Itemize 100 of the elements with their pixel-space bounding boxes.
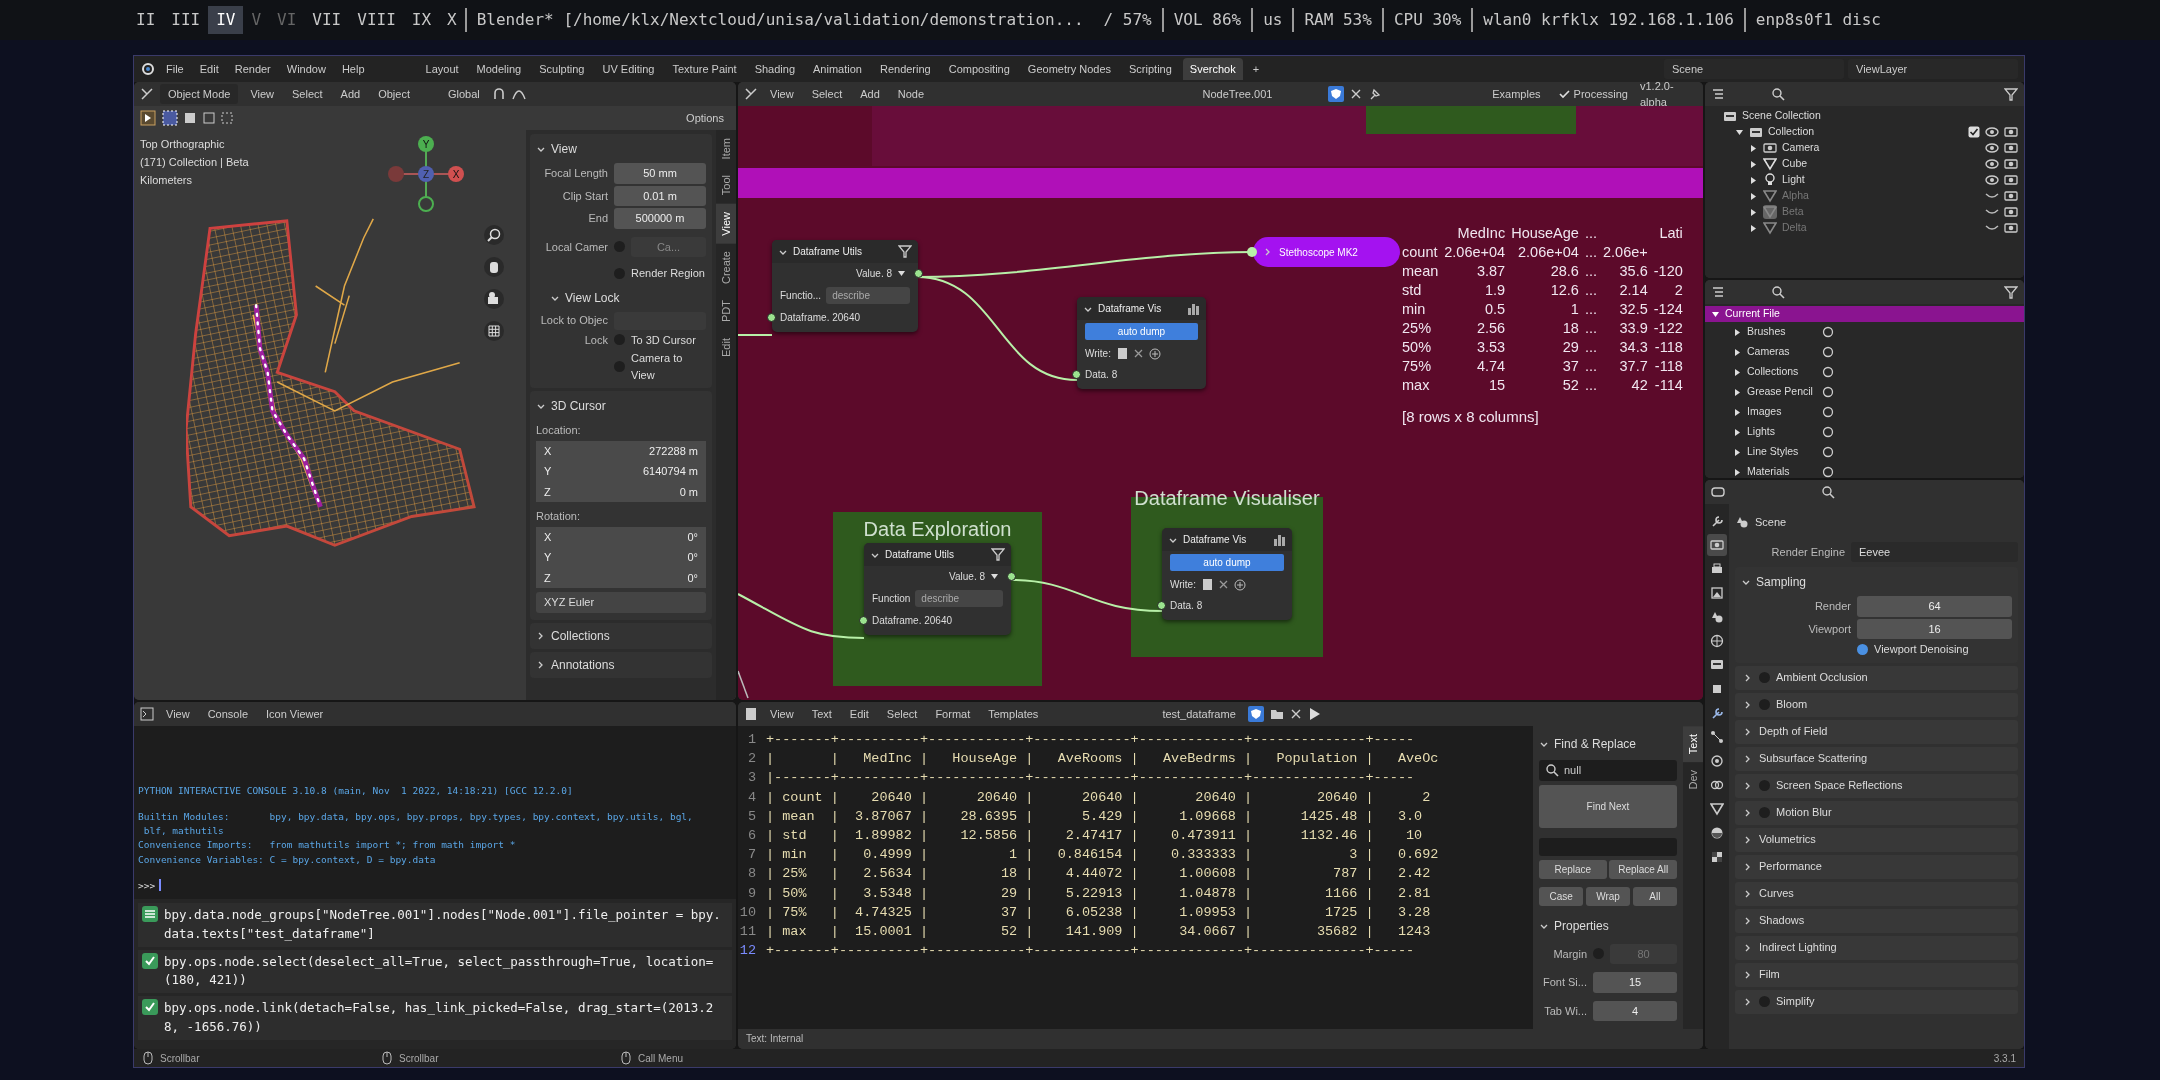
editor-type-icon[interactable] xyxy=(744,707,758,721)
workspace-button[interactable]: VII xyxy=(304,6,350,34)
proportional-icon[interactable] xyxy=(511,87,526,101)
input-socket[interactable] xyxy=(1157,601,1166,610)
outliner-item[interactable]: Materials xyxy=(1747,464,1817,478)
outliner-item[interactable]: Camera xyxy=(1782,140,1842,156)
run-script-icon[interactable] xyxy=(1307,707,1322,721)
camera-icon[interactable] xyxy=(2004,157,2018,171)
outliner-item[interactable]: Grease Pencil xyxy=(1747,384,1817,400)
number-field[interactable]: X 0° xyxy=(536,526,706,547)
camera-icon[interactable] xyxy=(2004,205,2018,219)
blender-logo-icon[interactable] xyxy=(140,61,156,77)
checkbox[interactable] xyxy=(1759,672,1770,683)
workspace-tab[interactable]: Modeling xyxy=(469,57,529,81)
filter-icon[interactable] xyxy=(2004,87,2018,101)
checkbox[interactable] xyxy=(1759,780,1770,791)
stethoscope-node[interactable]: Stethoscope MK2 xyxy=(1253,237,1400,267)
processing-toggle[interactable]: Processing xyxy=(1552,84,1634,104)
number-field[interactable]: 4 xyxy=(1593,1000,1677,1021)
select-mode-icons[interactable] xyxy=(184,110,236,126)
function-dropdown[interactable]: describe xyxy=(826,287,910,304)
outliner-item[interactable]: Current File xyxy=(1725,306,1780,322)
menu-item[interactable]: Edit xyxy=(193,58,225,80)
toggle-button[interactable]: All xyxy=(1632,886,1677,906)
camera-icon[interactable] xyxy=(2004,125,2018,139)
add-workspace-button[interactable]: + xyxy=(1246,58,1266,80)
outliner-item[interactable]: Images xyxy=(1747,404,1817,420)
menu-item[interactable]: Console xyxy=(201,704,254,724)
camera-icon[interactable] xyxy=(2004,141,2018,155)
select-tool-icon[interactable] xyxy=(140,110,156,126)
hand-icon[interactable] xyxy=(484,257,504,277)
dropdown-arrow-icon[interactable] xyxy=(897,269,906,278)
menu-item[interactable]: Add xyxy=(334,84,367,104)
editor-type-icon[interactable] xyxy=(140,87,154,101)
menu-item[interactable]: Window xyxy=(280,58,332,80)
input-socket[interactable] xyxy=(1247,247,1257,257)
menu-item[interactable]: View xyxy=(160,704,196,724)
navigation-gizmo-drawing[interactable]: Y Z X xyxy=(386,134,466,214)
editor-type-icon[interactable] xyxy=(1711,485,1725,499)
number-field[interactable]: 0.01 m xyxy=(614,185,706,206)
number-field[interactable]: 64 xyxy=(1857,596,2012,617)
workspace-tab[interactable]: Sculpting xyxy=(532,57,592,81)
outliner-item[interactable]: Brushes xyxy=(1747,324,1817,340)
workspace-button[interactable]: VIII xyxy=(349,6,404,34)
rotation-mode-dropdown[interactable]: XYZ Euler xyxy=(536,592,706,613)
editor-type-icon[interactable] xyxy=(744,87,758,101)
checkbox[interactable] xyxy=(1759,699,1770,710)
outliner-item[interactable]: Collection xyxy=(1768,124,1963,140)
input-socket[interactable] xyxy=(859,616,868,625)
add-icon[interactable] xyxy=(1233,578,1246,591)
workspace-button[interactable]: IX xyxy=(403,6,440,34)
replace-all-button[interactable]: Replace All xyxy=(1609,859,1677,879)
expanded-arrow-icon[interactable] xyxy=(1735,127,1744,137)
render-engine-dropdown[interactable]: Eevee xyxy=(1851,541,2018,562)
menu-item[interactable]: Select xyxy=(805,84,849,104)
view-layer-selector[interactable]: ViewLayer xyxy=(1848,58,2018,80)
checkbox[interactable] xyxy=(1857,643,1868,655)
workspace-button[interactable]: III xyxy=(163,6,209,34)
orientation-dropdown[interactable]: Global xyxy=(442,84,486,104)
number-field[interactable]: 15 xyxy=(1593,972,1677,993)
menu-item[interactable]: Object xyxy=(372,84,416,104)
properties-tab[interactable] xyxy=(1707,534,1727,556)
camera-icon[interactable] xyxy=(2004,189,2018,203)
number-field[interactable]: 50 mm xyxy=(614,163,706,184)
toggle-button[interactable]: Wrap xyxy=(1585,886,1631,906)
sidebar-tab[interactable]: Text xyxy=(1683,726,1703,763)
input-socket[interactable] xyxy=(767,313,776,322)
output-socket[interactable] xyxy=(1007,572,1016,581)
checkbox[interactable] xyxy=(1759,807,1770,818)
toggle-button[interactable]: Case xyxy=(1539,886,1584,906)
menu-item[interactable]: Node xyxy=(891,84,931,104)
number-field[interactable]: Y 6140794 m xyxy=(536,461,706,482)
sidebar-tab[interactable]: Create xyxy=(716,243,736,293)
checkbox[interactable] xyxy=(1968,126,1980,138)
workspace-button[interactable]: IV xyxy=(208,6,244,34)
eye-icon[interactable] xyxy=(1985,142,1999,154)
outliner-item[interactable]: Line Styles xyxy=(1747,444,1817,460)
input-socket[interactable] xyxy=(1072,370,1081,379)
workspace-button[interactable]: X xyxy=(439,6,465,34)
workspace-tab[interactable]: Sverchok xyxy=(1182,57,1243,81)
output-socket[interactable] xyxy=(914,269,923,278)
sidebar-tab[interactable]: View xyxy=(716,203,736,244)
menu-item[interactable]: Select xyxy=(286,84,329,104)
outliner-item[interactable]: Scene Collection xyxy=(1742,108,1821,124)
console-icon[interactable] xyxy=(140,707,154,721)
sidebar-tab[interactable]: Dev xyxy=(1683,762,1703,798)
snap-icon[interactable] xyxy=(491,87,506,101)
find-field[interactable]: null xyxy=(1539,760,1677,781)
workspace-button[interactable]: II xyxy=(128,6,164,34)
menu-item[interactable]: Templates xyxy=(982,704,1045,724)
folder-icon[interactable] xyxy=(1269,707,1284,721)
outliner-item[interactable]: Collections xyxy=(1747,364,1817,380)
workspace-tab[interactable]: Rendering xyxy=(872,57,938,81)
find-next-button[interactable]: Find Next xyxy=(1539,784,1677,828)
workspace-tab[interactable]: Geometry Nodes xyxy=(1020,57,1118,81)
workspace-tab[interactable]: Animation xyxy=(806,57,869,81)
eye-icon[interactable] xyxy=(1985,158,1999,170)
search-icon[interactable] xyxy=(1821,485,1835,499)
menu-item[interactable]: Add xyxy=(854,84,886,104)
menu-item[interactable]: Format xyxy=(929,704,977,724)
